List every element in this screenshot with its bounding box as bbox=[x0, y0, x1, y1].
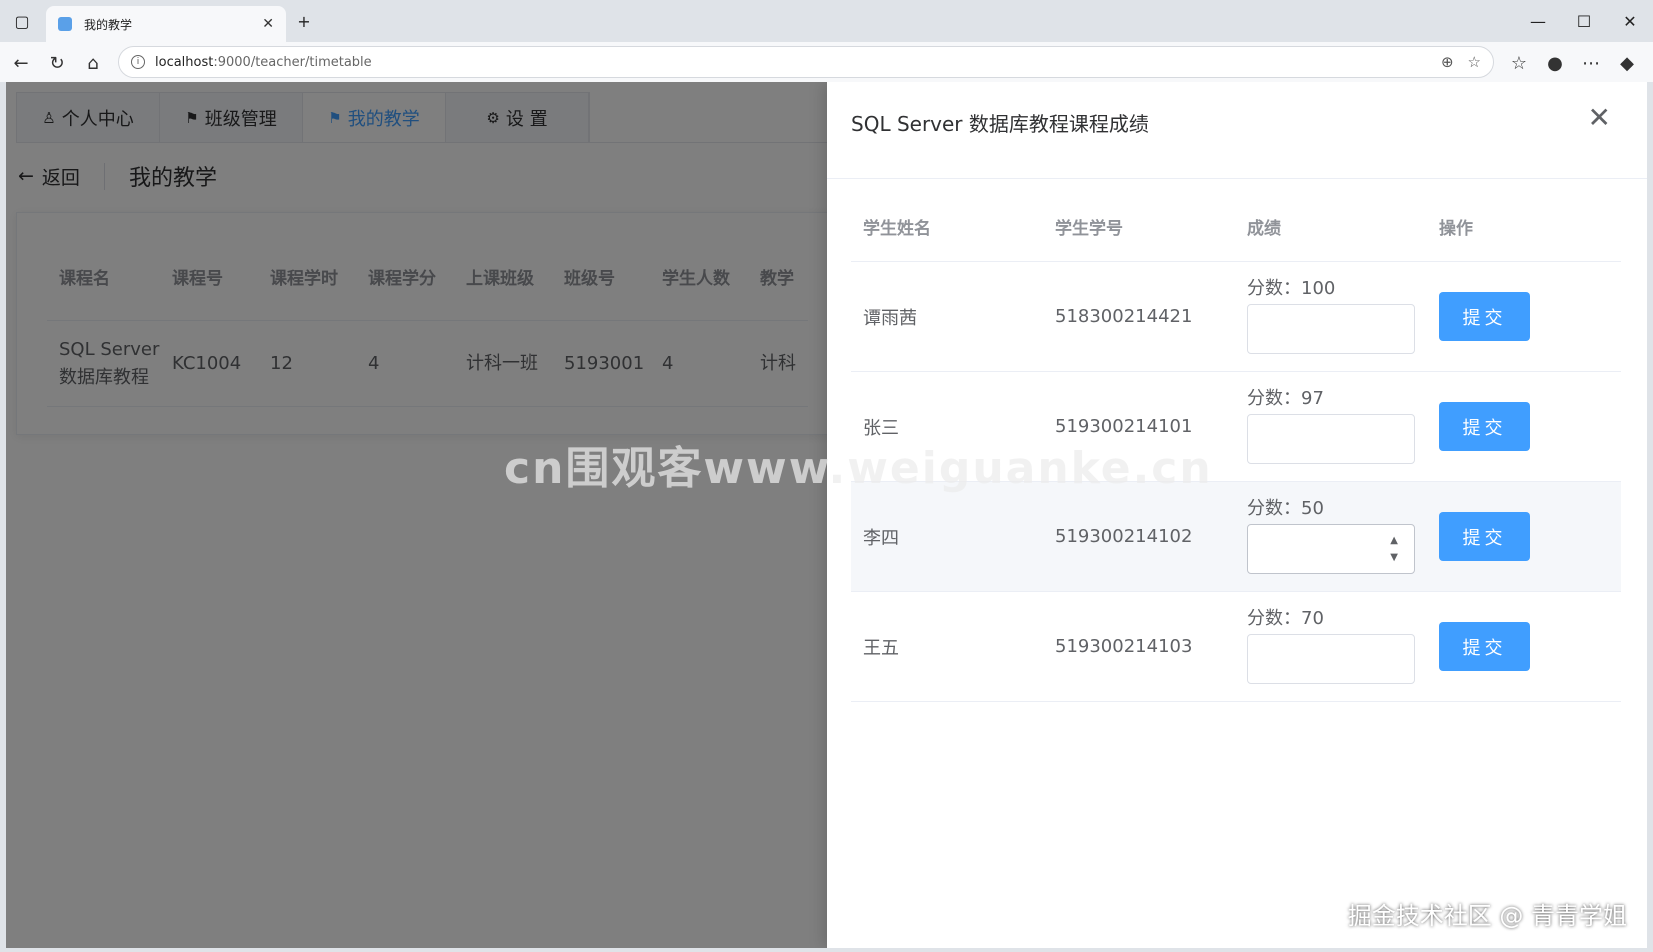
score-label: 分数：97 bbox=[1247, 387, 1324, 409]
score-cell: 分数：100 bbox=[1235, 278, 1427, 354]
zoom-icon[interactable]: ⊕ bbox=[1441, 53, 1454, 71]
drawer-divider bbox=[827, 178, 1647, 179]
column-header: 学生姓名 bbox=[863, 219, 931, 239]
action-cell: 提交 bbox=[1427, 512, 1621, 561]
submit-button[interactable]: 提交 bbox=[1439, 292, 1530, 341]
more-menu-icon[interactable]: ⋯ bbox=[1578, 50, 1604, 76]
favorites-icon[interactable]: ☆ bbox=[1506, 50, 1532, 76]
browser-titlebar: ▢ 我的教学 ✕ + — ☐ ✕ bbox=[0, 0, 1653, 42]
submit-button[interactable]: 提交 bbox=[1439, 512, 1530, 561]
favicon-icon bbox=[58, 17, 72, 31]
submit-button[interactable]: 提交 bbox=[1439, 622, 1530, 671]
credit-text: 掘金技术社区 @ 青青学姐 bbox=[1347, 902, 1627, 930]
score-cell: 分数：70 bbox=[1235, 608, 1427, 684]
copilot-icon[interactable]: ◆ bbox=[1614, 50, 1640, 76]
score-label: 分数：50 bbox=[1247, 497, 1324, 519]
column-header: 操作 bbox=[1439, 219, 1473, 239]
score-label: 分数：100 bbox=[1247, 277, 1336, 299]
new-tab-icon[interactable]: + bbox=[290, 8, 318, 34]
minimize-icon[interactable]: — bbox=[1524, 8, 1552, 34]
url-text: localhost:9000/teacher/timetable bbox=[155, 54, 372, 70]
address-bar[interactable]: i localhost:9000/teacher/timetable ⊕ ☆ bbox=[118, 46, 1494, 78]
reload-icon[interactable]: ↻ bbox=[44, 50, 70, 76]
submit-button[interactable]: 提交 bbox=[1439, 402, 1530, 451]
score-cell: 分数：50 ▲ ▼ bbox=[1235, 498, 1427, 574]
tab-title: 我的教学 bbox=[84, 17, 133, 32]
score-input[interactable]: ▲ ▼ bbox=[1247, 523, 1415, 574]
close-window-icon[interactable]: ✕ bbox=[1616, 8, 1644, 34]
table-header: 学生姓名 学生学号 成绩 操作 bbox=[851, 192, 1621, 262]
back-arrow-icon[interactable]: ← bbox=[8, 50, 34, 76]
student-id: 519300214102 bbox=[1055, 526, 1193, 547]
table-row: 李四 519300214102 分数：50 ▲ ▼ 提交 bbox=[851, 482, 1621, 592]
grades-drawer: SQL Server 数据库教程课程成绩 ✕ 学生姓名 学生学号 成绩 操作 谭… bbox=[827, 82, 1647, 948]
tab-actions-icon[interactable]: ▢ bbox=[8, 8, 36, 34]
site-info-icon[interactable]: i bbox=[131, 55, 145, 69]
score-cell: 分数：97 bbox=[1235, 388, 1427, 464]
table-row: 谭雨茜 518300214421 分数：100 提交 bbox=[851, 262, 1621, 372]
action-cell: 提交 bbox=[1427, 622, 1621, 671]
increment-icon[interactable]: ▲ bbox=[1390, 535, 1398, 546]
close-icon[interactable]: ✕ bbox=[1588, 104, 1611, 132]
drawer-title: SQL Server 数据库教程课程成绩 bbox=[851, 112, 1149, 136]
column-header: 成绩 bbox=[1247, 219, 1281, 239]
action-cell: 提交 bbox=[1427, 402, 1621, 451]
browser-tab[interactable]: 我的教学 ✕ bbox=[46, 6, 286, 42]
home-icon[interactable]: ⌂ bbox=[80, 50, 106, 76]
student-id: 518300214421 bbox=[1055, 306, 1193, 327]
close-tab-icon[interactable]: ✕ bbox=[262, 16, 274, 32]
score-label: 分数：70 bbox=[1247, 607, 1324, 629]
score-input[interactable] bbox=[1247, 303, 1415, 354]
student-name: 王五 bbox=[863, 637, 899, 659]
student-id: 519300214103 bbox=[1055, 636, 1193, 657]
column-header: 学生学号 bbox=[1055, 219, 1123, 239]
action-cell: 提交 bbox=[1427, 292, 1621, 341]
decrement-icon[interactable]: ▼ bbox=[1390, 552, 1398, 563]
profile-avatar-icon[interactable]: ● bbox=[1542, 50, 1568, 76]
score-input[interactable] bbox=[1247, 413, 1415, 464]
page-viewport: ♙个人中心 ⚑班级管理 ⚑我的教学 ⚙设 置 ← 返回 我的教学 课程名 课程号… bbox=[6, 82, 1647, 948]
student-name: 谭雨茜 bbox=[863, 307, 917, 329]
star-icon[interactable]: ☆ bbox=[1468, 53, 1481, 71]
student-name: 李四 bbox=[863, 527, 899, 549]
score-input[interactable] bbox=[1247, 633, 1415, 684]
maximize-icon[interactable]: ☐ bbox=[1570, 8, 1598, 34]
watermark-text: cn围观客www.weiguanke.cn bbox=[504, 443, 1213, 494]
table-row: 王五 519300214103 分数：70 提交 bbox=[851, 592, 1621, 702]
